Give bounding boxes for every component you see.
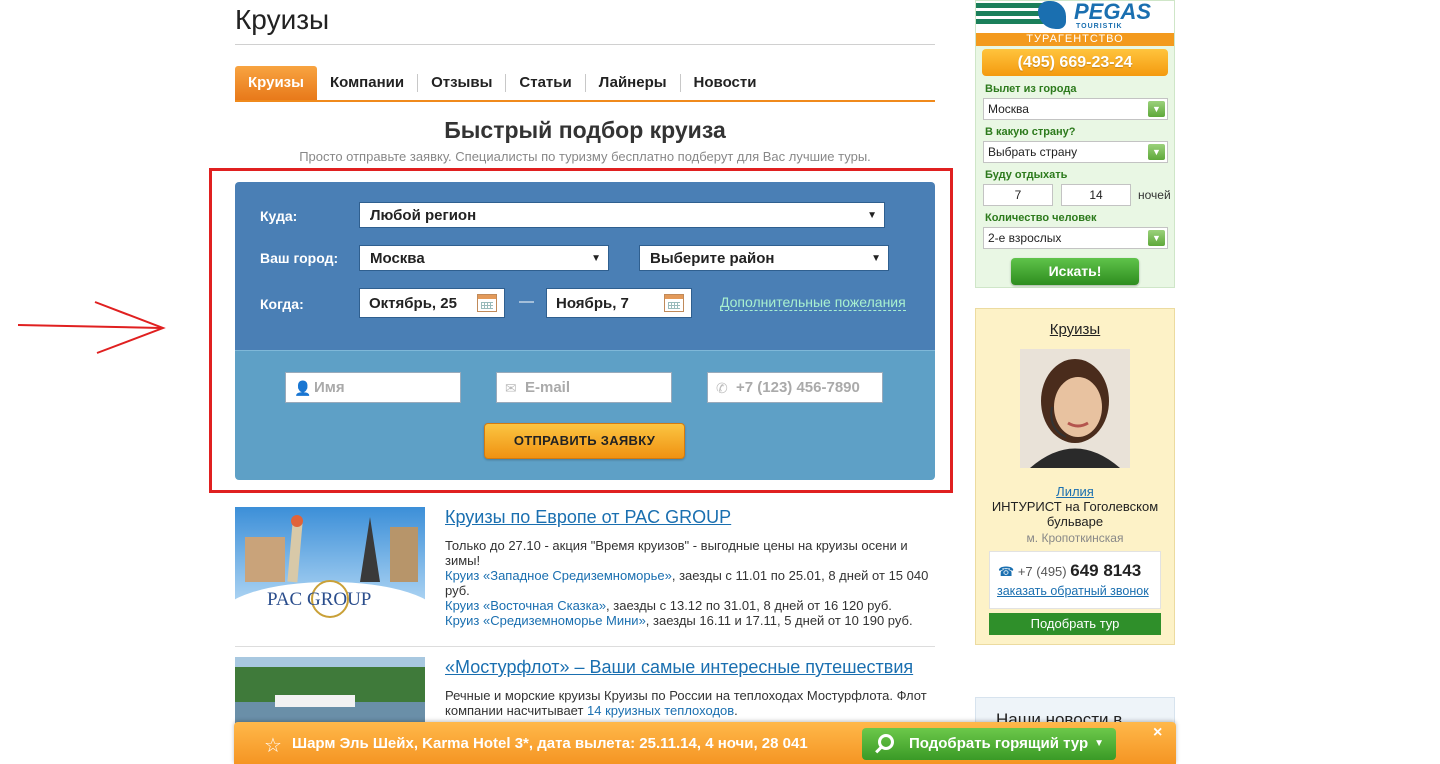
article-text-part: Только до 27.10 - акция "Время круизов" … (445, 538, 908, 568)
country-value: Выбрать страну (988, 145, 1078, 159)
article-offer-link[interactable]: Круиз «Средиземноморье Мини» (445, 613, 646, 628)
hot-tour-bar: ☆ Шарм Эль Шейх, Karma Hotel 3*, дата вы… (234, 722, 1176, 764)
tab-liners[interactable]: Лайнеры (584, 74, 680, 92)
title-divider (235, 44, 935, 45)
hot-tour-offer-link[interactable]: Шарм Эль Шейх, Karma Hotel 3*, дата выле… (292, 735, 812, 752)
pac-group-logo: PAC GROUP (267, 589, 372, 610)
hot-tour-button[interactable]: Подобрать горящий тур ▼ (862, 728, 1116, 760)
pegas-logo-sub: TOURISTIK (1076, 23, 1123, 30)
agent-card: Круизы Лилия ИНТУРИСТ на Гоголевском бул… (975, 308, 1175, 645)
telephone-icon: ☎ (998, 564, 1015, 579)
pegas-logo[interactable]: PEGAS TOURISTIK (976, 1, 1174, 35)
from-city-select[interactable]: Москва ▼ (983, 98, 1168, 120)
agent-phone-prefix: +7 (495) (1017, 564, 1067, 579)
article-offer-link[interactable]: Круиз «Восточная Сказка» (445, 598, 606, 613)
chevron-down-icon: ▼ (1148, 230, 1165, 246)
tab-companies[interactable]: Компании (317, 74, 417, 92)
article-text-part: , заезды 16.11 и 17.11, 5 дней от 10 190… (645, 613, 913, 628)
people-value: 2-е взрослых (988, 231, 1062, 245)
chevron-down-icon: ▼ (1148, 101, 1165, 117)
article-image[interactable] (235, 657, 425, 727)
rest-label: Буду отдыхать (985, 169, 1068, 181)
article-offer-link[interactable]: Круиз «Западное Средиземноморье» (445, 568, 672, 583)
article-divider (235, 646, 935, 647)
search-button[interactable]: Искать! (1011, 258, 1139, 285)
article-image[interactable]: PAC GROUP (235, 507, 425, 632)
article-title-link[interactable]: «Мостурфлот» – Ваши самые интересные пут… (445, 657, 913, 678)
article-text: Речные и морские круизы Круизы по России… (445, 688, 935, 718)
page-title: Круизы (235, 4, 330, 35)
people-label: Количество человек (985, 212, 1097, 224)
section-tabs: Круизы Компании Отзывы Статьи Лайнеры Но… (235, 66, 935, 102)
article-text: Только до 27.10 - акция "Время круизов" … (445, 538, 935, 628)
agent-office: ИНТУРИСТ на Гоголевском бульваре (991, 499, 1159, 529)
agency-phone[interactable]: (495) 669-23-24 (982, 49, 1168, 76)
agent-card-title[interactable]: Круизы (976, 321, 1174, 338)
quick-search-subtitle: Просто отправьте заявку. Специалисты по … (299, 149, 871, 164)
pegas-search-widget: PEGAS TOURISTIK ТУРАГЕНТСТВО (495) 669-2… (975, 0, 1175, 288)
caret-down-icon: ▼ (1094, 738, 1104, 749)
close-icon[interactable]: × (1153, 724, 1162, 742)
country-label: В какую страну? (985, 126, 1076, 138)
tab-articles[interactable]: Статьи (505, 74, 584, 92)
agent-photo (1020, 349, 1130, 468)
article-title-link[interactable]: Круизы по Европе от PAC GROUP (445, 507, 731, 528)
nights-to-input[interactable]: 14 (1061, 184, 1131, 206)
nights-from-input[interactable]: 7 (983, 184, 1053, 206)
pick-tour-button[interactable]: Подобрать тур (989, 613, 1161, 635)
quick-search-title: Быстрый подбор круиза (444, 117, 726, 143)
tab-cruises[interactable]: Круизы (235, 66, 317, 100)
search-icon (878, 734, 894, 750)
article-ships-link[interactable]: 14 круизных теплоходов (587, 703, 734, 718)
highlight-frame (209, 168, 953, 493)
agent-name-link[interactable]: Лилия (976, 484, 1174, 499)
agent-metro: м. Кропоткинская (1026, 531, 1124, 545)
agency-bar: ТУРАГЕНТСТВО (976, 33, 1174, 46)
nights-label: ночей (1138, 188, 1171, 202)
article-text-part: . (734, 703, 738, 718)
pegas-logo-text: PEGAS (1074, 1, 1152, 24)
tab-news[interactable]: Новости (679, 74, 770, 92)
from-city-label: Вылет из города (985, 83, 1077, 95)
from-city-value: Москва (988, 102, 1029, 116)
people-select[interactable]: 2-е взрослых ▼ (983, 227, 1168, 249)
agent-phone-number: 649 8143 (1070, 561, 1142, 580)
red-arrow-icon (17, 301, 166, 354)
star-icon: ☆ (264, 735, 282, 757)
article-text-part: , заезды с 13.12 по 31.01, 8 дней от 16 … (606, 598, 892, 613)
callback-link[interactable]: заказать обратный звонок (997, 584, 1149, 598)
chevron-down-icon: ▼ (1148, 144, 1165, 160)
article-item: PAC GROUP Круизы по Европе от PAC GROUP … (235, 507, 935, 647)
article-item: «Мостурфлот» – Ваши самые интересные пут… (235, 657, 935, 727)
tab-reviews[interactable]: Отзывы (417, 74, 505, 92)
hot-tour-button-label: Подобрать горящий тур (909, 735, 1089, 752)
agent-phone-box: ☎ +7 (495) 649 8143 заказать обратный зв… (989, 551, 1161, 609)
country-select[interactable]: Выбрать страну ▼ (983, 141, 1168, 163)
agent-phone: ☎ +7 (495) 649 8143 (998, 561, 1141, 581)
